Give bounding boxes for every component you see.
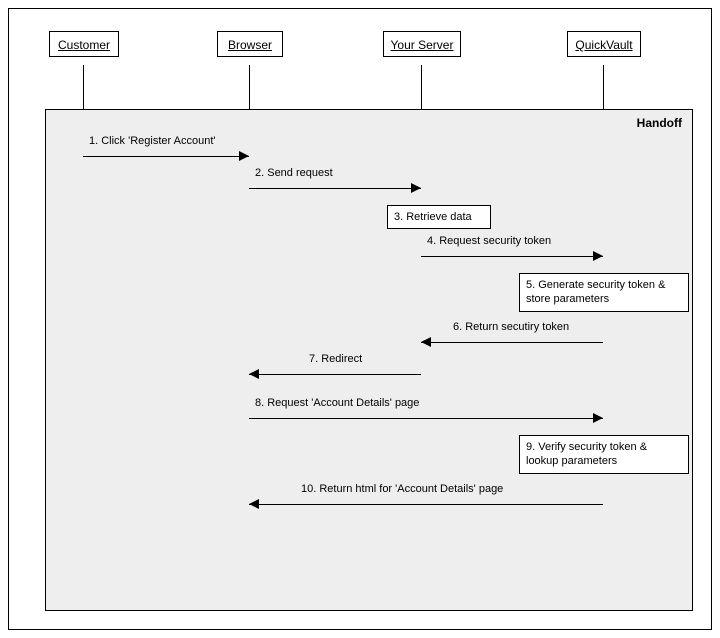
diagram-frame: Handoff Customer Browser Your Server Qui… — [8, 8, 712, 630]
message-8: 8. Request 'Account Details' page — [249, 411, 603, 425]
message-1-label: 1. Click 'Register Account' — [89, 135, 215, 147]
participant-browser: Browser — [217, 31, 283, 57]
participant-quickvault: QuickVault — [567, 31, 641, 57]
message-6: 6. Return secutiry token — [421, 335, 603, 349]
node-9: 9. Verify security token & lookup parame… — [519, 435, 689, 474]
message-7: 7. Redirect — [249, 367, 421, 381]
message-10: 10. Return html for 'Account Details' pa… — [249, 497, 603, 511]
message-8-label: 8. Request 'Account Details' page — [255, 397, 419, 409]
message-2-label: 2. Send request — [255, 167, 333, 179]
message-4-label: 4. Request security token — [427, 235, 551, 247]
participant-server: Your Server — [383, 31, 461, 57]
message-2: 2. Send request — [249, 181, 421, 195]
message-10-label: 10. Return html for 'Account Details' pa… — [301, 483, 503, 495]
node-3: 3. Retrieve data — [387, 205, 491, 229]
participant-customer: Customer — [49, 31, 119, 57]
node-5: 5. Generate security token & store param… — [519, 273, 689, 312]
message-1: 1. Click 'Register Account' — [83, 149, 249, 163]
message-4: 4. Request security token — [421, 249, 603, 263]
message-6-label: 6. Return secutiry token — [453, 321, 569, 333]
message-7-label: 7. Redirect — [309, 353, 362, 365]
handoff-label: Handoff — [637, 116, 682, 130]
diagram-canvas: Handoff Customer Browser Your Server Qui… — [0, 0, 720, 638]
